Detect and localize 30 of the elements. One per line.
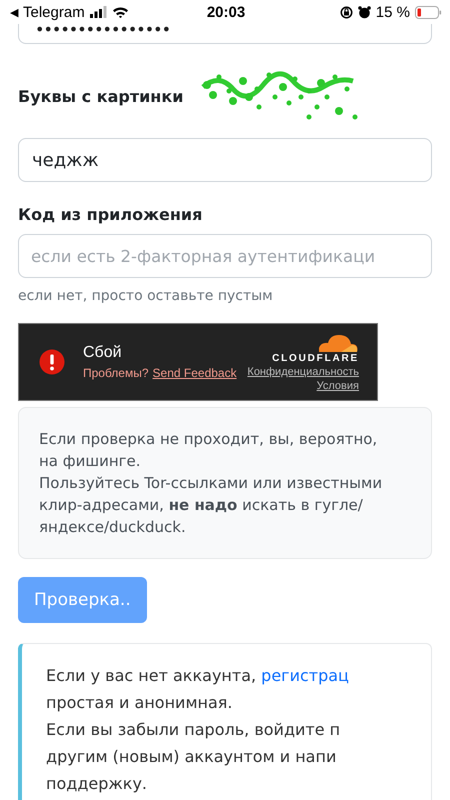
info-text: поддержку.: [46, 773, 148, 795]
wifi-icon: [112, 6, 129, 18]
field-label: Буквы с картинки: [18, 86, 184, 106]
alarm-clock-icon: [358, 6, 371, 18]
info-text: Если у вас нет аккаунта,: [46, 666, 258, 685]
battery-icon: [415, 6, 442, 18]
feedback-link[interactable]: Send Feedback: [152, 366, 237, 380]
info-text: Если вы забыли пароль, войдите п: [46, 719, 342, 741]
signal-icon: [90, 6, 107, 18]
logo-wordmark: CLOUDFLARE: [272, 352, 359, 364]
notice-text: Пользуйтесь Tor-ссылками или известными клир-адресами, не надо искать в гугле/ яндексе/duckduck.: [39, 473, 384, 538]
back-app-label[interactable]: Telegram: [23, 4, 85, 20]
register-link[interactable]: регистрац: [261, 666, 349, 685]
terms-link[interactable]: Условия: [316, 380, 359, 392]
clock-time: 20:03: [206, 4, 246, 20]
notice-text: Если проверка не проходит, вы, вероятно, на фишинге.: [39, 429, 378, 472]
error-icon: [39, 349, 65, 375]
status-text: Сбой: [83, 344, 123, 362]
info-text: другим (новым) аккаунтом и напи: [46, 746, 338, 768]
battery-percent: 15 %: [376, 4, 410, 20]
rotation-lock-icon: [340, 6, 353, 18]
back-arrow[interactable]: ◀: [10, 6, 18, 18]
privacy-link[interactable]: Конфиденциальность: [247, 366, 359, 378]
password-field[interactable]: ••••••••••••••••: [18, 24, 432, 44]
problem-text: Проблемы?: [83, 366, 149, 380]
code-input[interactable]: если есть 2-факторная аутентификаци: [18, 234, 432, 278]
captcha-input[interactable]: чеджж: [18, 138, 432, 182]
info-text: простая и анонимная.: [46, 692, 234, 714]
field-label: Код из приложения: [18, 205, 202, 224]
field-hint: если нет, просто оставьте пустым: [18, 288, 273, 304]
